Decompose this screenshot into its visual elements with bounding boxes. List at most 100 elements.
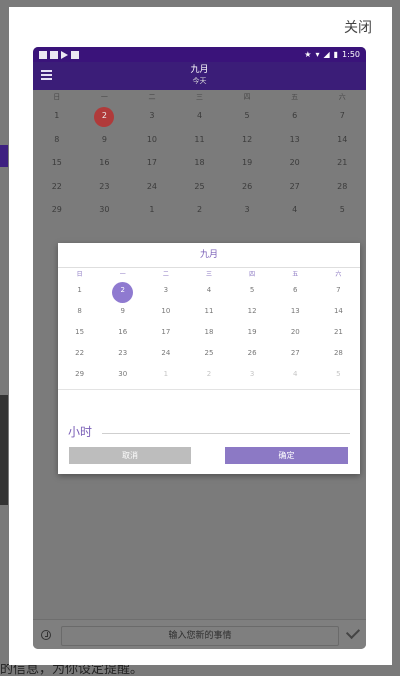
picker-day-cell[interactable]: 2 xyxy=(187,366,230,387)
picker-day-cell[interactable]: 29 xyxy=(58,366,101,387)
bg-day-cell[interactable]: 30 xyxy=(81,198,129,222)
picker-day-cell[interactable]: 4 xyxy=(187,282,230,303)
today-button[interactable]: 今天 xyxy=(33,76,366,86)
picker-weekday-header: 日一二三四五六 xyxy=(58,268,360,282)
picker-day-cell[interactable]: 1 xyxy=(58,282,101,303)
bg-day-cell[interactable]: 9 xyxy=(81,128,129,152)
picker-day-number: 1 xyxy=(77,286,82,294)
picker-day-number: 5 xyxy=(336,370,341,378)
picker-day-number: 30 xyxy=(118,370,128,378)
picker-day-cell[interactable]: 30 xyxy=(101,366,144,387)
picker-day-cell[interactable]: 13 xyxy=(274,303,317,324)
bg-day-cell[interactable]: 18 xyxy=(176,151,224,175)
bg-day-cell[interactable]: 6 xyxy=(271,104,319,128)
bg-day-cell[interactable]: 3 xyxy=(223,198,271,222)
picker-day-number: 2 xyxy=(120,286,125,294)
picker-day-cell[interactable]: 10 xyxy=(144,303,187,324)
picker-weekday: 四 xyxy=(249,271,256,278)
bg-day-cell[interactable]: 19 xyxy=(223,151,271,175)
bg-day-cell[interactable]: 5 xyxy=(318,198,366,222)
cancel-button[interactable]: 取消 xyxy=(69,447,191,464)
bg-weekday: 五 xyxy=(291,93,299,101)
bg-day-cell[interactable]: 4 xyxy=(271,198,319,222)
clock-icon[interactable] xyxy=(41,630,51,640)
picker-day-cell[interactable]: 11 xyxy=(187,303,230,324)
bg-day-cell[interactable]: 14 xyxy=(318,128,366,152)
picker-weekday: 日 xyxy=(76,271,83,278)
bg-day-cell[interactable]: 8 xyxy=(33,128,81,152)
bg-day-cell[interactable]: 16 xyxy=(81,151,129,175)
bg-day-cell[interactable]: 21 xyxy=(318,151,366,175)
picker-day-cell[interactable]: 2 xyxy=(101,282,144,303)
hour-input[interactable] xyxy=(102,433,350,434)
picker-day-cell[interactable]: 21 xyxy=(317,324,360,345)
bg-day-cell[interactable]: 17 xyxy=(128,151,176,175)
bg-day-number: 3 xyxy=(244,205,250,214)
system-icons: ★ ▾ ◢ ▮ 1:50 xyxy=(304,50,360,59)
event-input[interactable]: 输入您新的事情 xyxy=(61,626,339,646)
bg-day-number: 20 xyxy=(289,158,300,167)
bg-day-cell[interactable]: 1 xyxy=(33,104,81,128)
bg-day-cell[interactable]: 5 xyxy=(223,104,271,128)
close-button[interactable]: 关闭 xyxy=(344,17,372,37)
picker-day-cell[interactable]: 4 xyxy=(274,366,317,387)
bg-day-cell[interactable]: 1 xyxy=(128,198,176,222)
bg-day-cell[interactable]: 20 xyxy=(271,151,319,175)
bg-day-cell[interactable]: 25 xyxy=(176,175,224,199)
bg-day-cell[interactable]: 4 xyxy=(176,104,224,128)
bg-day-cell[interactable]: 3 xyxy=(128,104,176,128)
bg-day-cell[interactable]: 2 xyxy=(176,198,224,222)
picker-day-cell[interactable]: 26 xyxy=(231,345,274,366)
picker-day-cell[interactable]: 24 xyxy=(144,345,187,366)
bg-day-number: 17 xyxy=(146,158,158,167)
picker-day-cell[interactable]: 28 xyxy=(317,345,360,366)
picker-day-cell[interactable]: 14 xyxy=(317,303,360,324)
picker-day-cell[interactable]: 16 xyxy=(101,324,144,345)
bg-day-cell[interactable]: 13 xyxy=(271,128,319,152)
picker-day-cell[interactable]: 7 xyxy=(317,282,360,303)
bg-day-cell[interactable]: 26 xyxy=(223,175,271,199)
picker-day-cell[interactable]: 8 xyxy=(58,303,101,324)
picker-week-row: 8 9 10 11 12 13 14 xyxy=(58,303,360,324)
check-icon[interactable] xyxy=(345,624,361,640)
picker-month-title: 九月 xyxy=(58,243,360,268)
notification-icons xyxy=(39,50,79,59)
picker-day-cell[interactable]: 17 xyxy=(144,324,187,345)
picker-day-cell[interactable]: 12 xyxy=(231,303,274,324)
background-accent-strip xyxy=(0,145,8,167)
picker-day-number: 22 xyxy=(75,349,85,357)
picker-day-cell[interactable]: 25 xyxy=(187,345,230,366)
picker-day-cell[interactable]: 19 xyxy=(231,324,274,345)
bg-day-number: 2 xyxy=(101,111,107,120)
picker-day-cell[interactable]: 5 xyxy=(231,282,274,303)
bg-day-cell[interactable]: 2 xyxy=(81,104,129,128)
battery-icon: ▮ xyxy=(333,50,339,59)
picker-day-cell[interactable]: 20 xyxy=(274,324,317,345)
picker-day-cell[interactable]: 5 xyxy=(317,366,360,387)
picker-day-cell[interactable]: 18 xyxy=(187,324,230,345)
picker-day-number: 10 xyxy=(161,307,171,315)
bg-day-cell[interactable]: 11 xyxy=(176,128,224,152)
bg-day-cell[interactable]: 23 xyxy=(81,175,129,199)
bg-day-cell[interactable]: 28 xyxy=(318,175,366,199)
picker-day-cell[interactable]: 15 xyxy=(58,324,101,345)
picker-day-cell[interactable]: 3 xyxy=(144,282,187,303)
bg-day-cell[interactable]: 12 xyxy=(223,128,271,152)
picker-day-number: 7 xyxy=(336,286,341,294)
picker-day-cell[interactable]: 22 xyxy=(58,345,101,366)
picker-day-cell[interactable]: 1 xyxy=(144,366,187,387)
bg-day-cell[interactable]: 29 xyxy=(33,198,81,222)
picker-day-cell[interactable]: 27 xyxy=(274,345,317,366)
bg-day-cell[interactable]: 24 xyxy=(128,175,176,199)
confirm-button[interactable]: 确定 xyxy=(225,447,348,464)
picker-day-cell[interactable]: 3 xyxy=(231,366,274,387)
picker-day-cell[interactable]: 6 xyxy=(274,282,317,303)
bg-day-cell[interactable]: 15 xyxy=(33,151,81,175)
bg-day-number: 6 xyxy=(292,111,298,120)
bg-day-cell[interactable]: 22 xyxy=(33,175,81,199)
picker-day-cell[interactable]: 9 xyxy=(101,303,144,324)
bg-day-cell[interactable]: 7 xyxy=(318,104,366,128)
picker-day-cell[interactable]: 23 xyxy=(101,345,144,366)
bg-day-cell[interactable]: 10 xyxy=(128,128,176,152)
bg-day-cell[interactable]: 27 xyxy=(271,175,319,199)
